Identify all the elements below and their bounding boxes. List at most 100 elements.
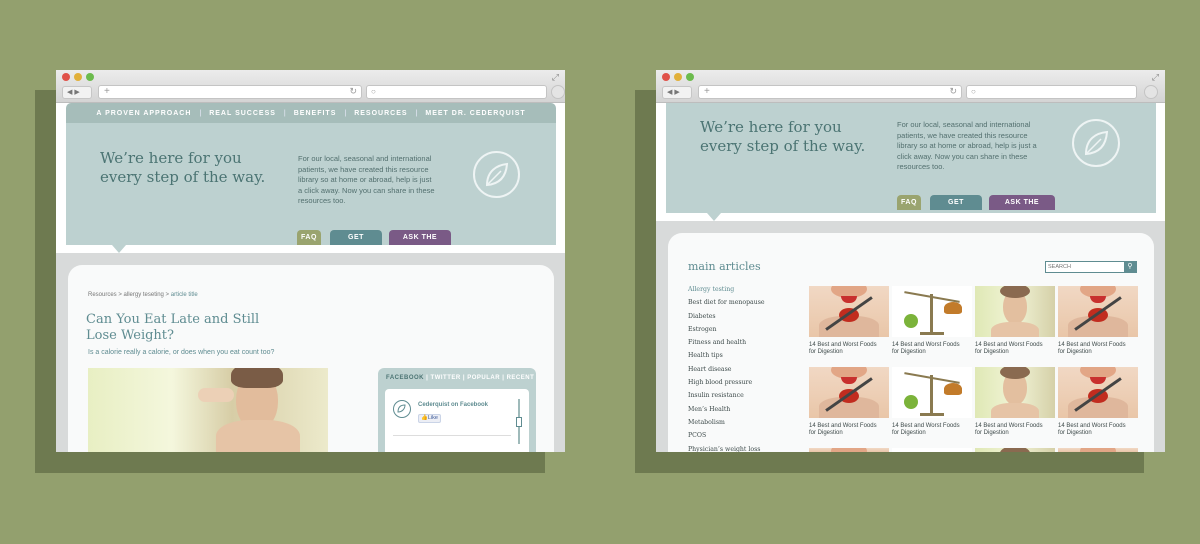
tab-recent[interactable]: RECENT xyxy=(507,375,535,381)
article-thumbnail-scale-photo[interactable] xyxy=(892,286,972,337)
plus-icon[interactable]: + xyxy=(704,86,710,97)
tab-button[interactable] xyxy=(551,85,565,99)
article-link[interactable]: Physician’s weight loss xyxy=(688,443,798,452)
article-link[interactable]: Heart disease xyxy=(688,363,798,376)
article-thumbnail-woman-photo[interactable] xyxy=(975,286,1055,337)
thumbnail-caption[interactable]: 14 Best and Worst Foods for Digestion xyxy=(975,423,1055,437)
article-link[interactable]: Insulin resistance xyxy=(688,389,798,402)
tab-button[interactable] xyxy=(1144,85,1158,99)
ask-doctor-tab[interactable]: ASK THE DOCTOR xyxy=(389,230,451,256)
site-frame: We’re here for you every step of the way… xyxy=(656,103,1165,452)
article-thumbnail-woman-photo[interactable] xyxy=(975,367,1055,418)
caption-line: 14 Best and Worst Foods xyxy=(892,342,960,348)
minimize-dot-icon[interactable] xyxy=(74,73,82,81)
article-link[interactable]: Diabetes xyxy=(688,310,798,323)
close-dot-icon[interactable] xyxy=(62,73,70,81)
article-thumbnail-food-photo[interactable] xyxy=(809,448,889,452)
reload-icon[interactable]: ↻ xyxy=(949,86,957,97)
search-box[interactable]: ⚲ xyxy=(1045,261,1137,273)
hero-tagline: We’re here for you every step of the way… xyxy=(100,149,300,187)
thumbnail-caption[interactable]: 14 Best and Worst Foods for Digestion xyxy=(975,342,1055,356)
nav-item-resources[interactable]: RESOURCES xyxy=(346,110,415,117)
article-link[interactable]: PCOS xyxy=(688,429,798,442)
tab-facebook[interactable]: FACEBOOK xyxy=(386,375,424,381)
caption-line: 14 Best and Worst Foods xyxy=(1058,423,1126,429)
get-started-tab[interactable]: GET STARTED xyxy=(330,230,382,256)
article-thumbnail-food-photo[interactable] xyxy=(1058,286,1138,337)
get-started-tab[interactable]: GET STARTED xyxy=(930,195,982,221)
scrollbar-thumb[interactable] xyxy=(516,417,522,427)
article-thumbnail-food-photo[interactable] xyxy=(809,367,889,418)
fullscreen-icon[interactable]: ⤢ xyxy=(552,72,559,83)
article-thumbnail-woman-photo[interactable] xyxy=(975,448,1055,452)
magnifier-icon: ⚲ xyxy=(1127,263,1133,270)
top-nav: A PROVEN APPROACH | REAL SUCCESS | BENEF… xyxy=(66,103,556,123)
reload-icon[interactable]: ↻ xyxy=(349,86,357,97)
article-link[interactable]: Best diet for menopause xyxy=(688,296,798,309)
breadcrumb-sep: > xyxy=(163,292,171,298)
ask-doctor-tab[interactable]: ASK THE DOCTOR xyxy=(989,195,1055,221)
maximize-dot-icon[interactable] xyxy=(686,73,694,81)
search-bar[interactable]: ○ xyxy=(966,85,1137,99)
title-line: Lose Weight? xyxy=(86,328,174,343)
hero-tagline: We’re here for you every step of the way… xyxy=(700,118,900,156)
thumbnail-caption[interactable]: 14 Best and Worst Foods for Digestion xyxy=(892,342,972,356)
nav-item-meet[interactable]: MEET DR. CEDERQUIST xyxy=(417,110,533,117)
plus-icon[interactable]: + xyxy=(104,86,110,97)
hero-banner: We’re here for you every step of the way… xyxy=(666,103,1156,221)
article-thumbnail-food-photo[interactable] xyxy=(1058,367,1138,418)
back-forward-icon[interactable]: ◀ ▶ xyxy=(62,86,92,99)
thumbnail-caption[interactable]: 14 Best and Worst Foods for Digestion xyxy=(892,423,972,437)
article-link[interactable]: Men’s Health xyxy=(688,403,798,416)
faq-tab[interactable]: FAQ xyxy=(897,195,921,210)
fullscreen-icon[interactable]: ⤢ xyxy=(1152,72,1159,83)
search-bar[interactable]: ○ xyxy=(366,85,547,99)
thumbnail-caption[interactable]: 14 Best and Worst Foods for Digestion xyxy=(1058,423,1138,437)
article-link-allergy[interactable]: Allergy testing xyxy=(688,283,798,296)
article-thumbnail-scale-photo[interactable] xyxy=(892,367,972,418)
search-button[interactable]: ⚲ xyxy=(1124,262,1136,272)
article-link[interactable]: Health tips xyxy=(688,349,798,362)
leaf-logo-icon xyxy=(1072,119,1120,167)
faq-tab[interactable]: FAQ xyxy=(297,230,321,245)
article-link[interactable]: Metabolism xyxy=(688,416,798,429)
nav-item-benefits[interactable]: BENEFITS xyxy=(286,110,345,117)
caption-line: for Digestion xyxy=(892,430,926,436)
tab-twitter[interactable]: TWITTER xyxy=(431,375,461,381)
thumbnail-caption[interactable]: 14 Best and Worst Foods for Digestion xyxy=(1058,342,1138,356)
address-bar[interactable]: + ↻ xyxy=(698,85,962,99)
tagline-line: every step of the way. xyxy=(700,137,866,155)
breadcrumb: Resources > allergy teseting > article t… xyxy=(88,292,198,298)
address-bar[interactable]: + ↻ xyxy=(98,85,362,99)
facebook-like-button[interactable]: 👍Like xyxy=(418,414,441,423)
feed-divider xyxy=(393,435,511,436)
hero-pointer xyxy=(707,213,721,221)
thumbnail-caption[interactable]: 14 Best and Worst Foods for Digestion xyxy=(809,342,889,356)
browser-toolbar: ⤢ ◀ ▶ + ↻ ○ xyxy=(56,70,565,103)
nav-item-success[interactable]: REAL SUCCESS xyxy=(201,110,284,117)
article-link[interactable]: Estrogen xyxy=(688,323,798,336)
back-forward-icon[interactable]: ◀ ▶ xyxy=(662,86,692,99)
caption-line: 14 Best and Worst Foods xyxy=(809,423,877,429)
article-thumbnail-food-photo[interactable] xyxy=(1058,448,1138,452)
social-tabs: FACEBOOK | TWITTER | POPULAR | RECENT xyxy=(386,375,534,381)
breadcrumb-resources[interactable]: Resources xyxy=(88,292,117,298)
section-title: main articles xyxy=(688,260,761,273)
article-thumbnail-scale-photo[interactable] xyxy=(892,448,972,452)
article-title: Can You Eat Late and Still Lose Weight? xyxy=(86,312,259,344)
facebook-page-name[interactable]: Cederquist on Facebook xyxy=(418,402,488,408)
maximize-dot-icon[interactable] xyxy=(86,73,94,81)
caption-line: for Digestion xyxy=(892,349,926,355)
article-link[interactable]: High blood pressure xyxy=(688,376,798,389)
article-link[interactable]: Fitness and health xyxy=(688,336,798,349)
close-dot-icon[interactable] xyxy=(662,73,670,81)
search-input[interactable] xyxy=(1048,262,1122,272)
thumbnail-caption[interactable]: 14 Best and Worst Foods for Digestion xyxy=(809,423,889,437)
minimize-dot-icon[interactable] xyxy=(674,73,682,81)
tagline-line: We’re here for you xyxy=(100,149,242,167)
article-thumbnail-food-photo[interactable] xyxy=(809,286,889,337)
tab-popular[interactable]: POPULAR xyxy=(467,375,500,381)
breadcrumb-allergy[interactable]: allergy teseting xyxy=(124,292,164,298)
nav-item-approach[interactable]: A PROVEN APPROACH xyxy=(88,110,199,117)
caption-line: 14 Best and Worst Foods xyxy=(975,423,1043,429)
